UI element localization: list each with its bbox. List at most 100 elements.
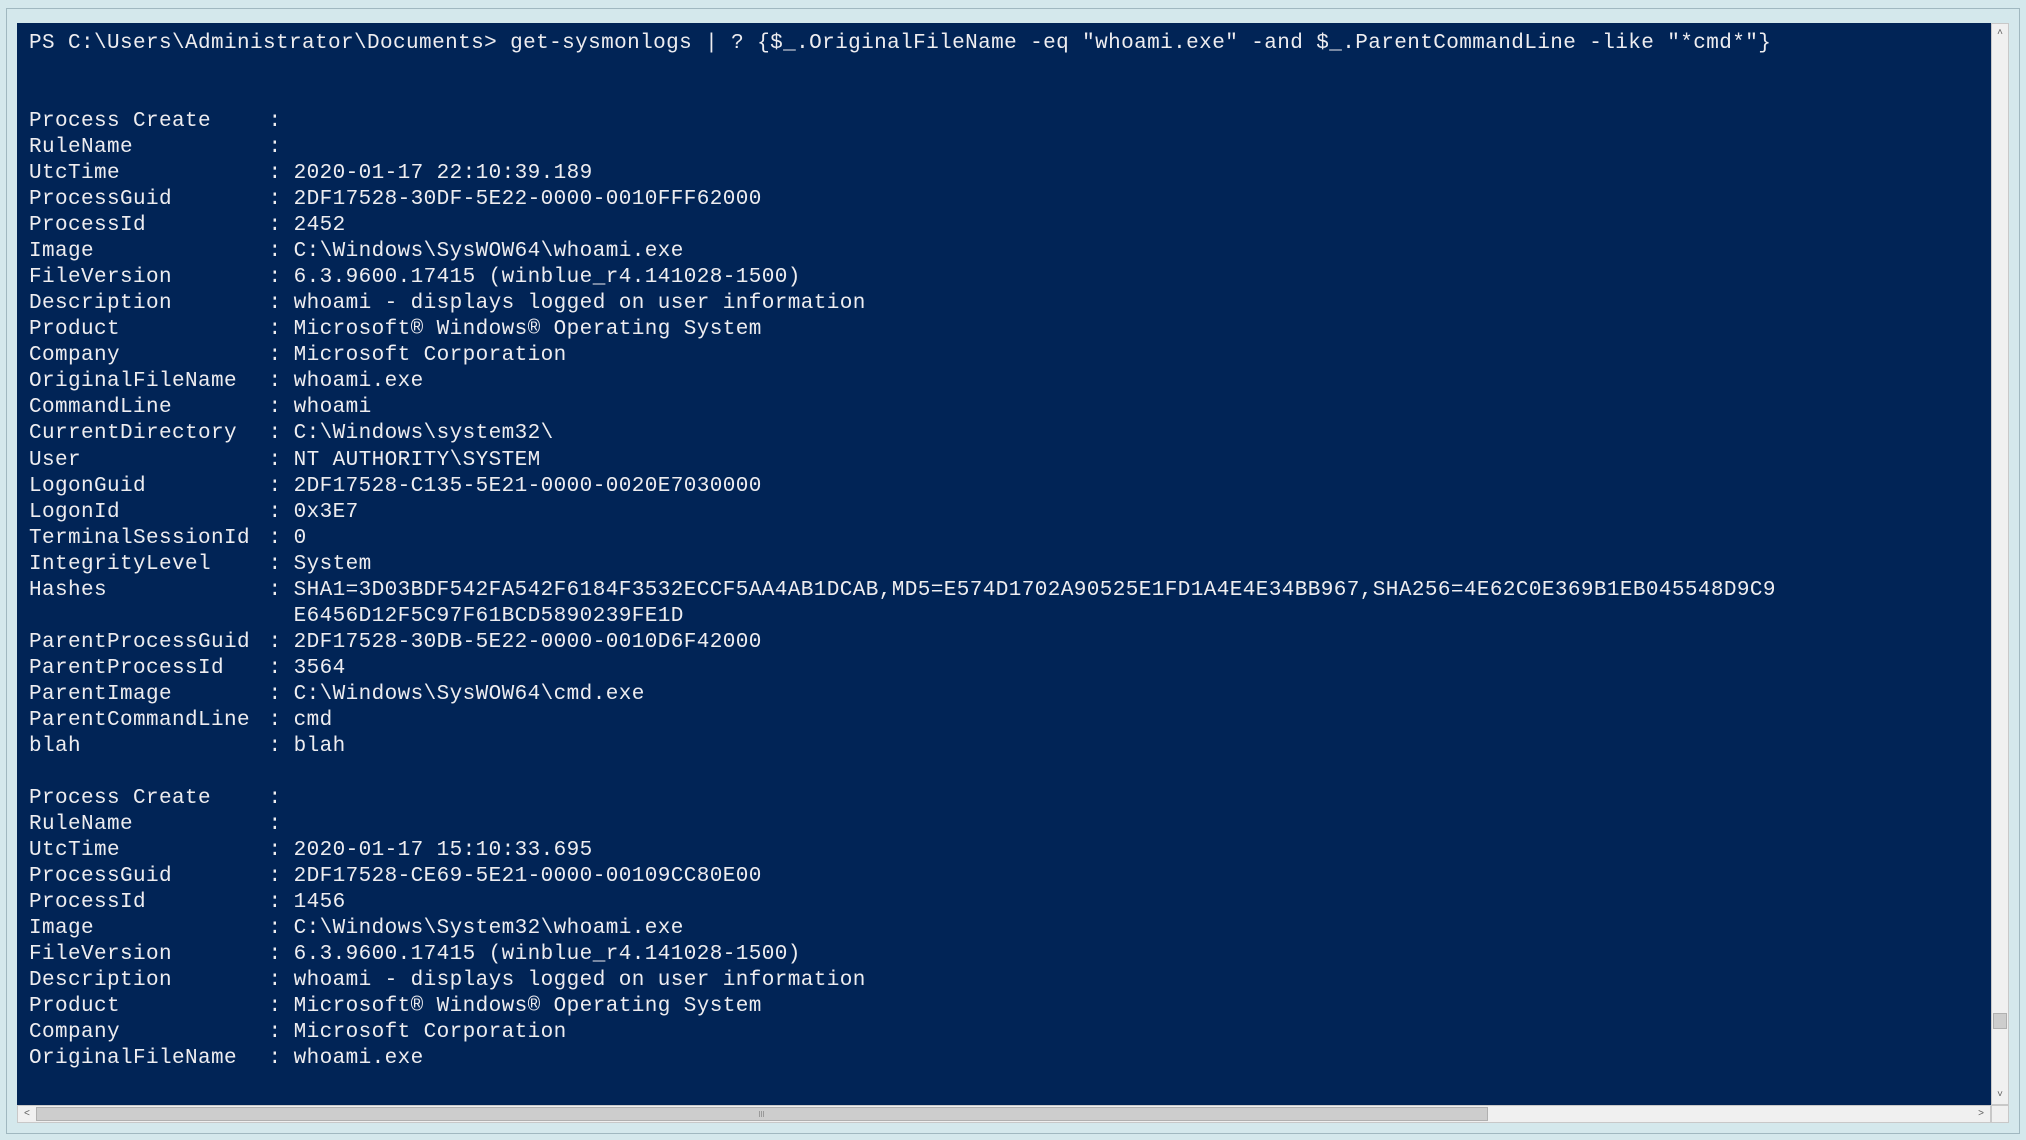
field-row: Hashes: SHA1=3D03BDF542FA542F6184F3532EC… — [29, 578, 1979, 604]
field-separator: : — [268, 448, 293, 474]
field-separator: : — [268, 239, 293, 265]
field-separator: : — [268, 630, 293, 656]
field-key: ProcessGuid — [29, 187, 268, 213]
field-separator: : — [268, 317, 293, 343]
field-value: 2DF17528-C135-5E21-0000-0020E7030000 — [294, 474, 762, 500]
field-key: Description — [29, 968, 268, 994]
field-value: C:\Windows\SysWOW64\cmd.exe — [294, 682, 645, 708]
field-key: ParentImage — [29, 682, 268, 708]
field-separator: : — [268, 578, 293, 604]
field-key: RuleName — [29, 812, 268, 838]
field-key: RuleName — [29, 135, 268, 161]
field-separator: : — [268, 343, 293, 369]
field-separator: : — [268, 890, 293, 916]
field-value: 3564 — [294, 656, 346, 682]
field-value: whoami.exe — [294, 1046, 424, 1072]
field-separator: : — [268, 474, 293, 500]
field-key: Description — [29, 291, 268, 317]
field-separator: : — [268, 369, 293, 395]
field-key: User — [29, 448, 268, 474]
field-row: Description: whoami - displays logged on… — [29, 291, 1979, 317]
horizontal-scroll-track[interactable] — [36, 1106, 1972, 1122]
field-value: 6.3.9600.17415 (winblue_r4.141028-1500) — [294, 942, 801, 968]
field-key: LogonId — [29, 500, 268, 526]
scroll-down-arrow-icon[interactable]: ˅ — [1992, 1086, 2008, 1104]
field-key: LogonGuid — [29, 474, 268, 500]
blank-line — [29, 760, 1979, 786]
record-header: Process Create: — [29, 786, 1979, 812]
field-row: Description: whoami - displays logged on… — [29, 968, 1979, 994]
field-value: Microsoft® Windows® Operating System — [294, 994, 762, 1020]
field-key: FileVersion — [29, 265, 268, 291]
field-key: Image — [29, 916, 268, 942]
field-value: 2DF17528-30DF-5E22-0000-0010FFF62000 — [294, 187, 762, 213]
scroll-right-arrow-icon[interactable]: ˃ — [1972, 1106, 1990, 1122]
field-row: FileVersion: 6.3.9600.17415 (winblue_r4.… — [29, 942, 1979, 968]
field-separator: : — [268, 213, 293, 239]
field-separator: : — [268, 291, 293, 317]
field-row: ProcessGuid: 2DF17528-30DF-5E22-0000-001… — [29, 187, 1979, 213]
field-separator: : — [268, 395, 293, 421]
field-key: UtcTime — [29, 838, 268, 864]
field-key: blah — [29, 734, 268, 760]
field-key: ProcessId — [29, 890, 268, 916]
field-value: 2DF17528-30DB-5E22-0000-0010D6F42000 — [294, 630, 762, 656]
field-row: Company: Microsoft Corporation — [29, 1020, 1979, 1046]
field-separator: : — [268, 187, 293, 213]
field-row: Company: Microsoft Corporation — [29, 343, 1979, 369]
field-value: whoami.exe — [294, 369, 424, 395]
field-key: ProcessGuid — [29, 864, 268, 890]
console-output[interactable]: PS C:\Users\Administrator\Documents> get… — [17, 23, 1991, 1105]
field-row: OriginalFileName: whoami.exe — [29, 1046, 1979, 1072]
vertical-scroll-track[interactable] — [1992, 42, 2008, 1086]
field-separator: : — [268, 864, 293, 890]
field-key: CommandLine — [29, 395, 268, 421]
field-row: Image: C:\Windows\System32\whoami.exe — [29, 916, 1979, 942]
field-row: RuleName: — [29, 135, 1979, 161]
field-row: IntegrityLevel: System — [29, 552, 1979, 578]
field-key: UtcTime — [29, 161, 268, 187]
field-value: Microsoft® Windows® Operating System — [294, 317, 762, 343]
vertical-scrollbar[interactable]: ˄ ˅ — [1991, 23, 2009, 1105]
field-value: C:\Windows\System32\whoami.exe — [294, 916, 684, 942]
horizontal-scrollbar[interactable]: ˂ ˃ — [17, 1105, 1991, 1123]
scroll-left-arrow-icon[interactable]: ˂ — [18, 1106, 36, 1122]
command-text: get-sysmonlogs | ? {$_.OriginalFileName … — [510, 32, 1771, 55]
field-row: TerminalSessionId: 0 — [29, 526, 1979, 552]
horizontal-scroll-thumb[interactable] — [36, 1107, 1488, 1121]
field-separator: : — [268, 526, 293, 552]
field-key: ProcessId — [29, 213, 268, 239]
field-separator: : — [268, 552, 293, 578]
field-separator: : — [268, 916, 293, 942]
blank-line — [29, 57, 1979, 83]
field-value: blah — [294, 734, 346, 760]
field-separator: : — [268, 500, 293, 526]
field-row: ParentCommandLine: cmd — [29, 708, 1979, 734]
field-row: CurrentDirectory: C:\Windows\system32\ — [29, 421, 1979, 447]
field-value-continuation: E6456D12F5C97F61BCD5890239FE1D — [29, 604, 1979, 630]
field-separator: : — [268, 135, 293, 161]
field-value: Microsoft Corporation — [294, 1020, 567, 1046]
field-separator: : — [268, 421, 293, 447]
field-value: 6.3.9600.17415 (winblue_r4.141028-1500) — [294, 265, 801, 291]
field-key: ParentCommandLine — [29, 708, 268, 734]
field-value: 2DF17528-CE69-5E21-0000-00109CC80E00 — [294, 864, 762, 890]
field-value: whoami - displays logged on user informa… — [294, 968, 866, 994]
field-key: Image — [29, 239, 268, 265]
field-row: UtcTime: 2020-01-17 22:10:39.189 — [29, 161, 1979, 187]
field-separator: : — [268, 161, 293, 187]
scroll-up-arrow-icon[interactable]: ˄ — [1992, 24, 2008, 42]
field-value: cmd — [294, 708, 333, 734]
field-row: blah: blah — [29, 734, 1979, 760]
record-header: Process Create: — [29, 109, 1979, 135]
field-value: SHA1=3D03BDF542FA542F6184F3532ECCF5AA4AB… — [294, 578, 1776, 604]
field-value: NT AUTHORITY\SYSTEM — [294, 448, 541, 474]
field-separator: : — [268, 942, 293, 968]
field-key: Company — [29, 343, 268, 369]
field-key: OriginalFileName — [29, 369, 268, 395]
field-row: Image: C:\Windows\SysWOW64\whoami.exe — [29, 239, 1979, 265]
field-value: 2020-01-17 15:10:33.695 — [294, 838, 593, 864]
field-row: ProcessId: 1456 — [29, 890, 1979, 916]
vertical-scroll-thumb[interactable] — [1993, 1013, 2007, 1029]
field-row: UtcTime: 2020-01-17 15:10:33.695 — [29, 838, 1979, 864]
